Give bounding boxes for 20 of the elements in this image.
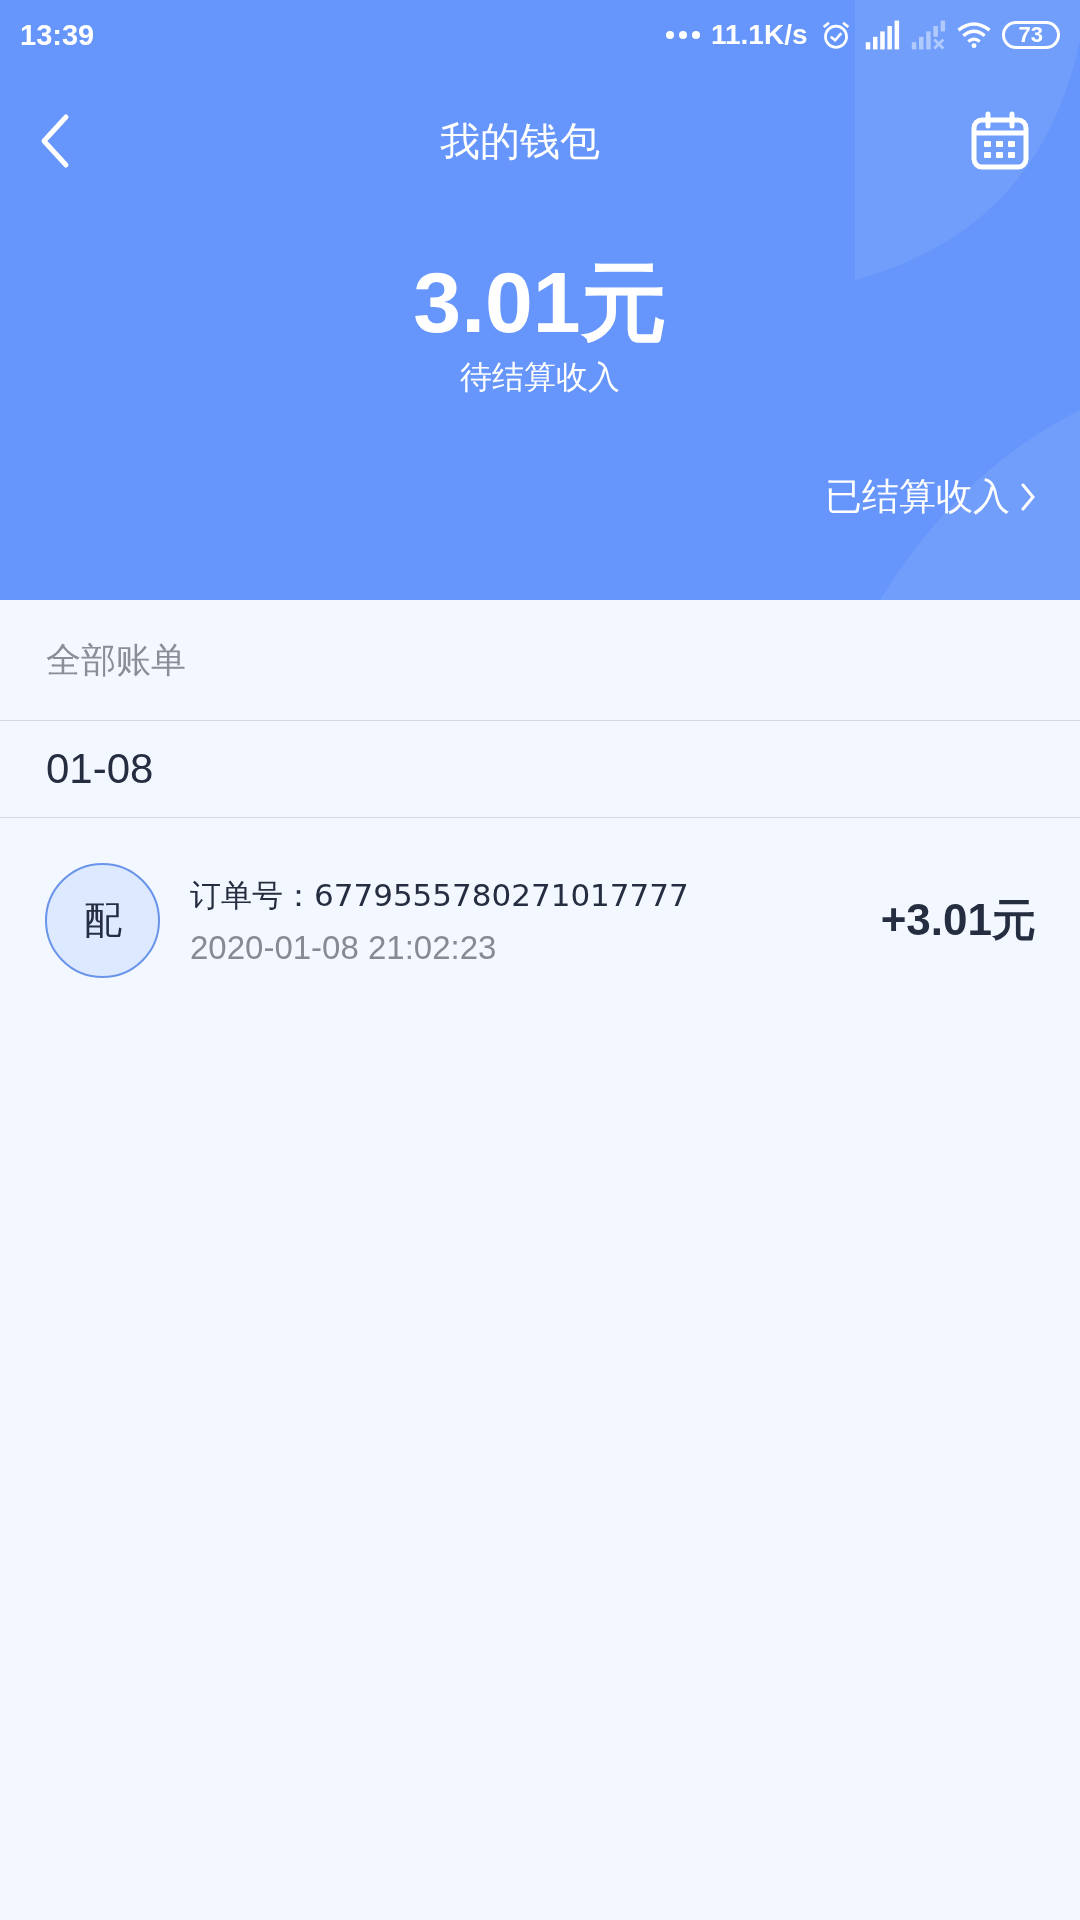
no-signal-icon — [909, 20, 946, 50]
battery-indicator: 73 — [1001, 21, 1060, 49]
chevron-icon — [1020, 482, 1036, 512]
page-title: 我的钱包 — [440, 116, 600, 166]
calendar-button[interactable] — [970, 111, 1030, 171]
network-speed: 11.1K/s — [711, 19, 808, 51]
bill-item[interactable]: 配 订单号：6779555780271017777 2020-01-08 21:02:23 +3.01元 — [0, 818, 1080, 978]
record-amount: +3.01元 — [880, 894, 1036, 946]
date-header: 01-08 — [0, 721, 1080, 818]
avatar-badge: 配 — [45, 863, 160, 978]
section-title: 全部账单 — [0, 600, 1080, 721]
more-dots-icon — [665, 30, 701, 40]
pending-amount: 3.01元 — [412, 253, 668, 352]
status-time: 13:39 — [20, 18, 95, 52]
pending-label: 待结算收入 — [459, 357, 621, 398]
order-number: 订单号：6779555780271017777 — [190, 875, 690, 915]
wifi-icon — [955, 20, 992, 50]
back-button[interactable] — [40, 113, 70, 169]
record-time: 2020-01-08 21:02:23 — [190, 928, 498, 967]
signal-icon — [863, 20, 900, 50]
